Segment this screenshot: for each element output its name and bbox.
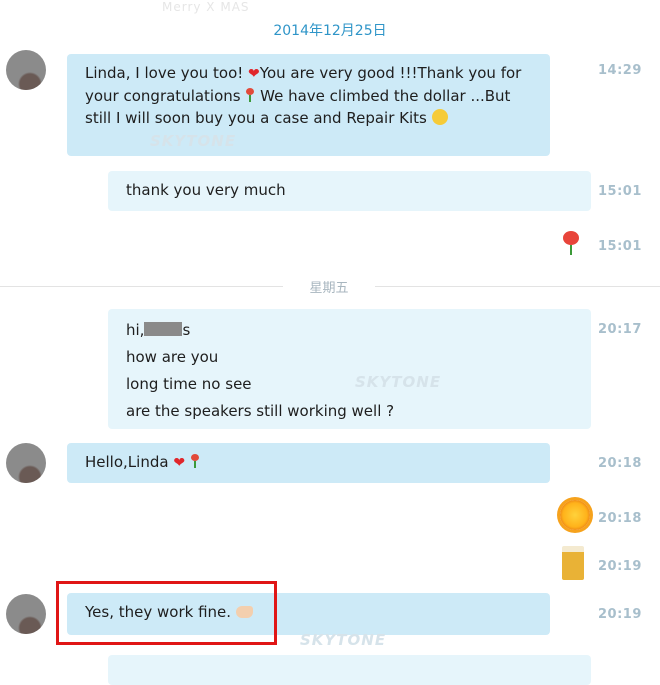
message-bubble-outgoing[interactable]: thank you very much: [108, 171, 591, 211]
watermark: SKYTONE: [300, 631, 387, 649]
date-separator: 2014年12月25日: [273, 23, 387, 39]
message-bubble-outgoing[interactable]: hi, s how are you long time no see are th…: [108, 309, 591, 429]
message-line: hi, s: [126, 321, 191, 339]
avatar[interactable]: [6, 50, 46, 90]
message-time: 15:01: [598, 184, 642, 199]
message-time: 20:19: [598, 559, 642, 574]
beer-mug-icon[interactable]: [562, 546, 584, 580]
day-divider-label: 星期五: [309, 281, 349, 296]
redacted-name: [144, 322, 183, 336]
flower-icon[interactable]: [563, 231, 579, 255]
message-line: how are you: [126, 348, 219, 366]
message-time: 20:18: [598, 511, 642, 526]
message-line: long time no see: [126, 375, 252, 393]
rose-icon: [190, 454, 200, 468]
message-bubble-outgoing[interactable]: [108, 655, 591, 685]
message-line: are the speakers still working well ?: [126, 402, 395, 420]
rose-icon: [245, 88, 255, 102]
heart-icon: ❤: [173, 455, 186, 471]
day-divider: 星期五: [0, 276, 660, 296]
message-bubble-incoming[interactable]: Hello,Linda ❤: [67, 443, 550, 483]
watermark: SKYTONE: [355, 373, 442, 391]
message-time: 14:29: [598, 63, 642, 78]
message-text: Hello,Linda ❤: [85, 453, 200, 471]
faded-header-text: Merry X MAS: [162, 0, 250, 14]
message-time: 20:18: [598, 456, 642, 471]
message-bubble-incoming[interactable]: Linda, I love you too! ❤You are very goo…: [67, 54, 550, 156]
heart-icon: ❤: [248, 66, 260, 82]
message-time: 15:01: [598, 239, 642, 254]
message-text: Linda, I love you too! ❤You are very goo…: [85, 64, 522, 127]
watermark: SKYTONE: [150, 132, 237, 150]
message-time: 20:19: [598, 607, 642, 622]
avatar[interactable]: [6, 443, 46, 483]
message-text: thank you very much: [126, 181, 286, 199]
smiley-icon: [431, 109, 448, 125]
sun-face-icon[interactable]: [560, 500, 590, 530]
message-time: 20:17: [598, 322, 642, 337]
avatar[interactable]: [6, 594, 46, 634]
highlight-box: [56, 581, 277, 645]
